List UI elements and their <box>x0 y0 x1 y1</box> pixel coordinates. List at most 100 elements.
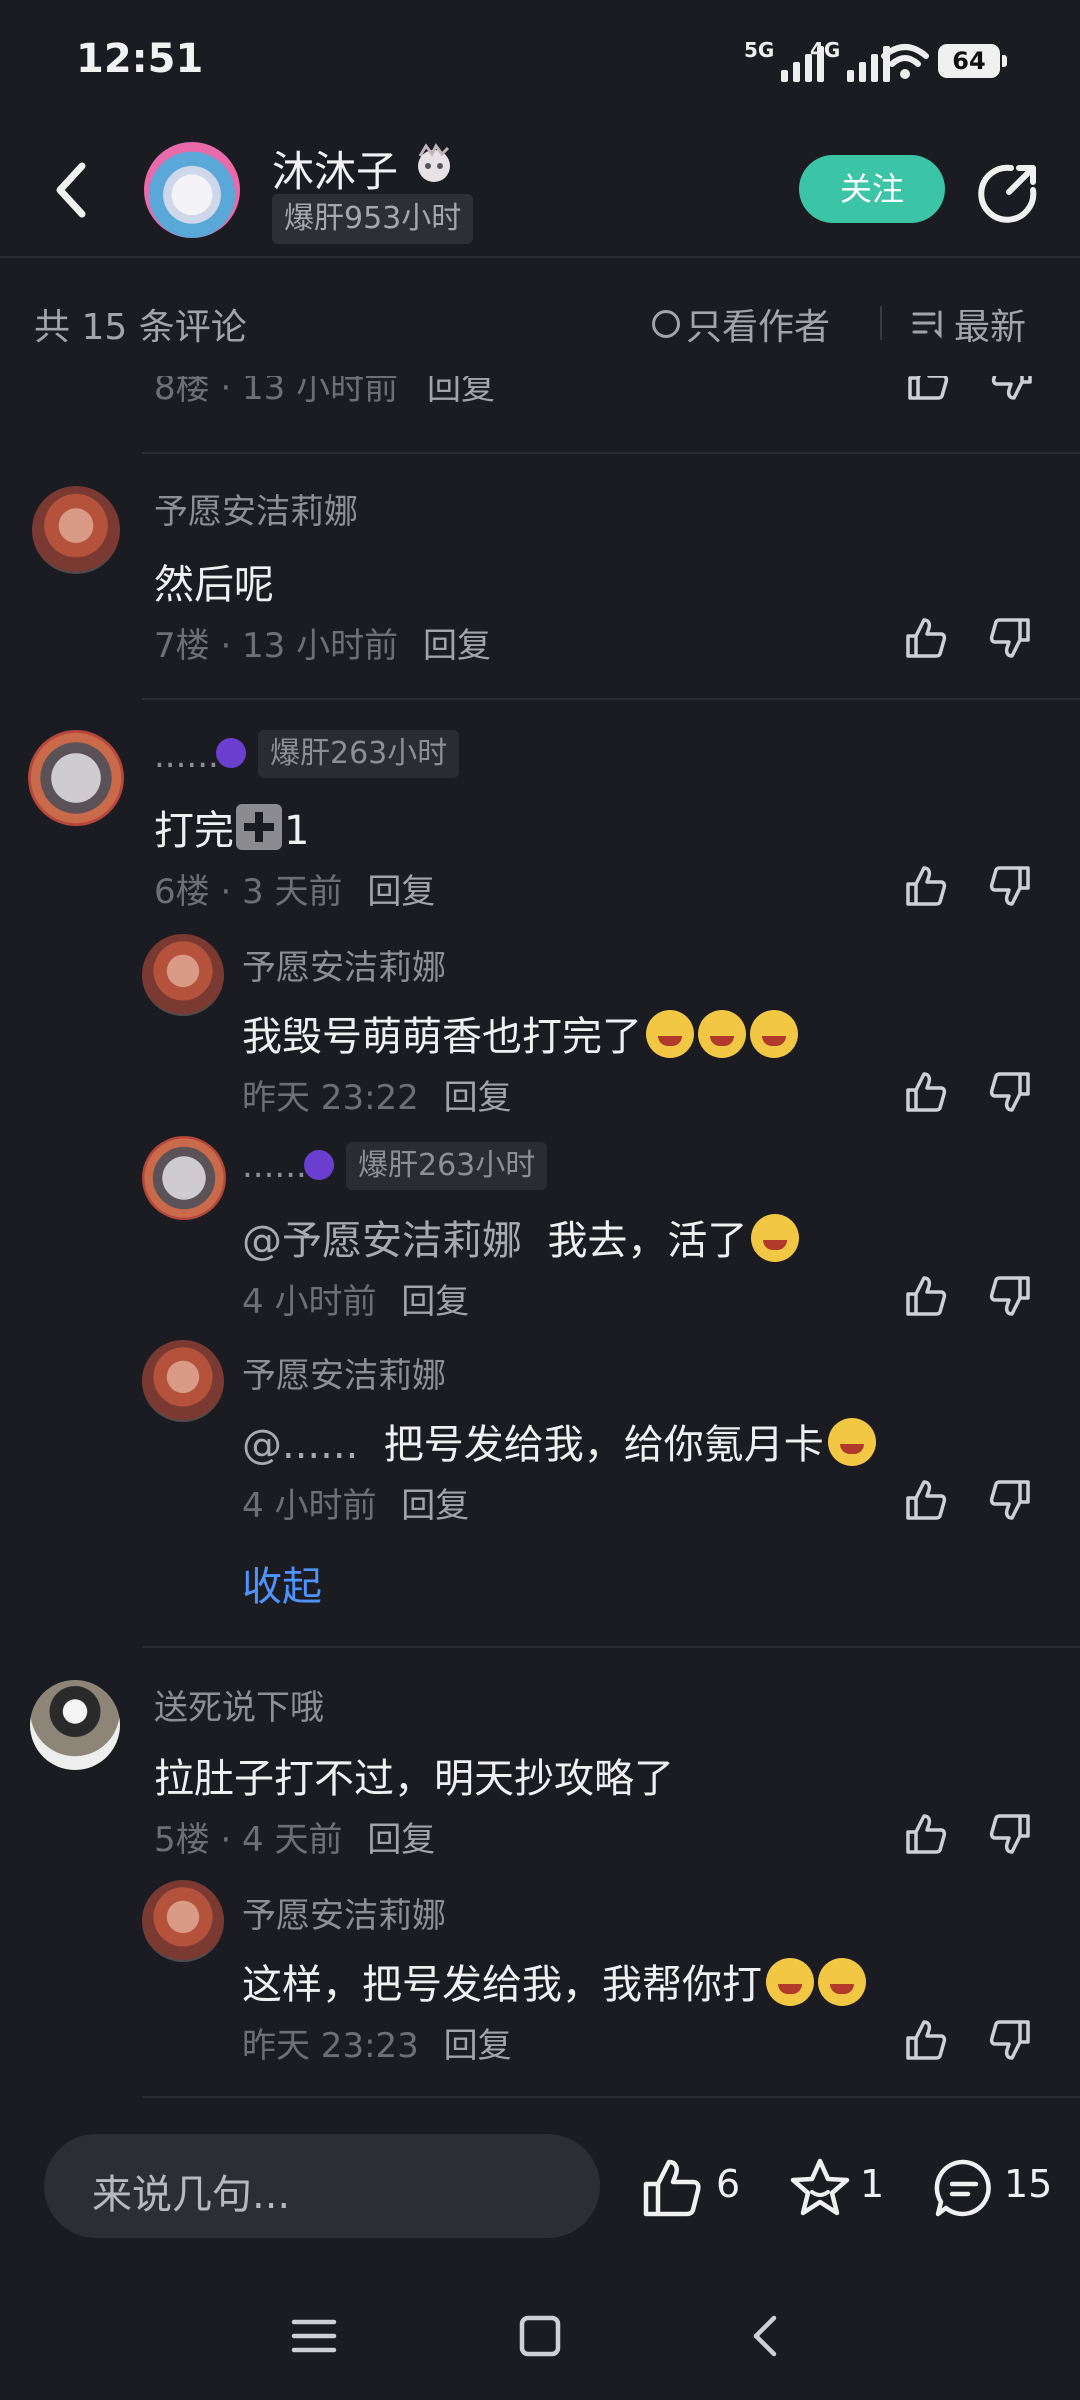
like-icon[interactable] <box>902 1068 950 1116</box>
comment-floor-time: 5楼 · 4 天前 <box>154 1820 343 1860</box>
post-like-icon[interactable] <box>640 2156 704 2220</box>
reply-link[interactable]: 回复 <box>423 626 491 666</box>
author-only-toggle[interactable]: 只看作者 <box>652 298 830 350</box>
radio-circle-icon <box>652 310 680 338</box>
dislike-icon[interactable] <box>988 376 1036 404</box>
author-badge: 爆肝953小时 <box>272 194 474 244</box>
author-name[interactable]: 沐沐子 <box>272 138 398 199</box>
dislike-icon[interactable] <box>986 1068 1034 1116</box>
comment-meta: 5楼 · 4 天前 回复 <box>154 1812 435 1861</box>
reply-user-name[interactable]: 予愿安洁莉娜 <box>242 940 446 989</box>
sort-label: 最新 <box>954 307 1027 348</box>
comment-text-part2: 1 <box>284 808 310 854</box>
reply-link[interactable]: 回复 <box>401 1282 469 1322</box>
comment-divider <box>142 1646 1080 1648</box>
like-icon[interactable] <box>902 862 950 910</box>
reply-text[interactable]: 这样，把号发给我，我帮你打 <box>242 1952 866 2010</box>
reply-link[interactable]: 回复 <box>401 1486 469 1526</box>
comment-text[interactable]: 拉肚子打不过，明天抄攻略了 <box>154 1746 674 1804</box>
like-icon[interactable] <box>902 1810 950 1858</box>
dislike-icon[interactable] <box>986 1476 1034 1524</box>
grin-emoji-icon <box>698 1010 746 1058</box>
favorite-star-icon[interactable] <box>788 2156 852 2220</box>
reply-mention[interactable]: @予愿安洁莉娜 <box>242 1218 522 1264</box>
comment-divider <box>142 698 1080 700</box>
commenter-avatar[interactable] <box>30 1680 120 1770</box>
reply-meta: 昨天 23:23 回复 <box>242 2018 512 2067</box>
reply-user-name[interactable]: ...... <box>242 1146 307 1186</box>
wifi-icon <box>881 44 929 79</box>
vip-icon <box>304 1150 334 1180</box>
reply-time: 4 小时前 <box>242 1486 377 1526</box>
signal-4g-label: 4G <box>810 38 841 62</box>
commenter-avatar[interactable] <box>28 730 124 826</box>
like-icon[interactable] <box>902 614 950 662</box>
comment-text-part1: 打完 <box>154 808 234 854</box>
partial-reply-link[interactable]: 回复 <box>427 376 495 408</box>
back-nav-icon[interactable] <box>736 2310 796 2362</box>
follow-button[interactable]: 关注 <box>799 155 945 223</box>
signal-4g-icon: 4G <box>810 38 891 82</box>
dislike-icon[interactable] <box>986 614 1034 662</box>
battery-icon: 64 <box>938 44 1007 78</box>
author-only-label: 只看作者 <box>686 307 831 348</box>
reply-link[interactable]: 回复 <box>367 1820 435 1860</box>
cheer-emoji-icon <box>751 1214 800 1262</box>
comment-bubble-icon[interactable] <box>932 2156 996 2220</box>
sort-button[interactable]: 最新 <box>912 298 1026 350</box>
reply-avatar[interactable] <box>142 1340 224 1422</box>
post-like-count: 6 <box>716 2162 741 2206</box>
reply-text[interactable]: 我毁号萌萌香也打完了 <box>242 1004 798 1062</box>
commenter-name[interactable]: 送死说下哦 <box>154 1680 324 1729</box>
dislike-icon[interactable] <box>986 1272 1034 1320</box>
share-icon[interactable] <box>975 160 1041 226</box>
partial-comment-meta: 8楼 · 13 小时前 回复 <box>154 376 495 410</box>
reply-time: 昨天 23:23 <box>242 2026 419 2066</box>
collapse-replies-link[interactable]: 收起 <box>242 1554 322 1612</box>
reply-meta: 昨天 23:22 回复 <box>242 1070 512 1119</box>
comment-floor-time: 7楼 · 13 小时前 <box>154 626 399 666</box>
comment-divider <box>142 452 1080 454</box>
reply-user-badge: 爆肝263小时 <box>346 1142 548 1190</box>
comment-divider <box>142 2096 1080 2098</box>
reply-text-body: 这样，把号发给我，我帮你打 <box>242 1962 762 2008</box>
reply-avatar[interactable] <box>142 1880 224 1962</box>
comment-text[interactable]: 打完 1 <box>154 798 309 856</box>
reply-user-name[interactable]: 予愿安洁莉娜 <box>242 1888 446 1937</box>
dislike-icon[interactable] <box>986 1810 1034 1858</box>
reply-link[interactable]: 回复 <box>367 872 435 912</box>
commenter-avatar[interactable] <box>32 486 120 574</box>
commenter-name[interactable]: 予愿安洁莉娜 <box>154 484 358 533</box>
dislike-icon[interactable] <box>986 862 1034 910</box>
back-button[interactable] <box>44 150 104 230</box>
reply-time: 4 小时前 <box>242 1282 377 1322</box>
favorite-count: 1 <box>860 2162 885 2206</box>
reply-link[interactable]: 回复 <box>444 1078 512 1118</box>
reply-text-body: 我毁号萌萌香也打完了 <box>242 1014 642 1060</box>
reply-avatar[interactable] <box>142 1136 226 1220</box>
like-icon[interactable] <box>902 1272 950 1320</box>
reply-link[interactable]: 回复 <box>444 2026 512 2066</box>
status-time: 12:51 <box>76 36 204 82</box>
reply-user-name[interactable]: 予愿安洁莉娜 <box>242 1348 446 1397</box>
like-icon[interactable] <box>902 2016 950 2064</box>
smile-emoji-icon <box>766 1958 814 2006</box>
comment-text[interactable]: 然后呢 <box>154 552 274 610</box>
like-icon[interactable] <box>904 376 952 404</box>
grin-emoji-icon <box>646 1010 694 1058</box>
dislike-icon[interactable] <box>986 2016 1034 2064</box>
comment-meta: 6楼 · 3 天前 回复 <box>154 864 435 913</box>
commenter-name[interactable]: ...... <box>154 736 219 776</box>
grin-emoji-icon <box>750 1010 798 1058</box>
comment-input-placeholder[interactable]: 来说几句... <box>92 2162 290 2220</box>
home-nav-icon[interactable] <box>510 2310 570 2362</box>
signal-5g-label: 5G <box>744 38 775 62</box>
reply-text[interactable]: @予愿安洁莉娜 我去，活了 <box>242 1208 800 1266</box>
like-icon[interactable] <box>902 1476 950 1524</box>
partial-like-actions <box>890 376 1070 412</box>
reply-text[interactable]: @...... 把号发给我，给你氪月卡 <box>242 1412 876 1470</box>
reply-avatar[interactable] <box>142 934 224 1016</box>
reply-mention[interactable]: @...... <box>242 1422 358 1468</box>
menu-nav-icon[interactable] <box>284 2310 344 2362</box>
author-avatar[interactable] <box>144 142 240 238</box>
